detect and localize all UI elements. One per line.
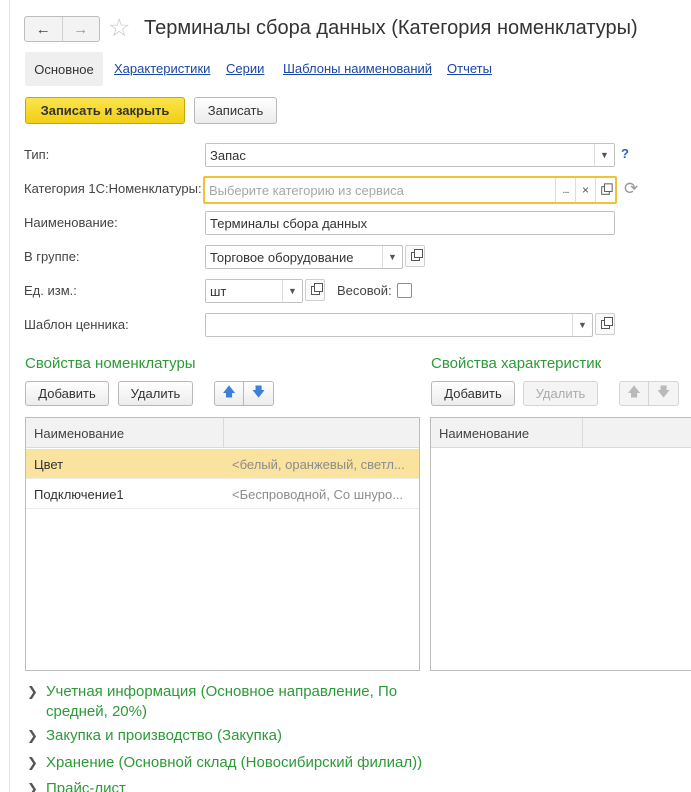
delete-characteristic-button[interactable]: Удалить — [523, 381, 598, 406]
unit-field[interactable]: шт ▼ — [205, 279, 303, 303]
chevron-right-icon: ❯ — [27, 728, 38, 743]
table-header: Наименование — [26, 418, 419, 448]
nomenclature-props-table: Наименование Цвет <белый, оранжевый, све… — [25, 417, 420, 671]
chevron-right-icon: ❯ — [27, 684, 38, 699]
row-values: <белый, оранжевый, светл... — [232, 456, 405, 472]
column-values-header[interactable] — [582, 418, 691, 448]
category-label: Категория 1С:Номенклатуры: — [24, 181, 202, 196]
price-tag-label: Шаблон ценника: — [24, 317, 129, 332]
open-icon[interactable] — [595, 178, 615, 202]
name-field[interactable]: Терминалы сбора данных — [205, 211, 615, 235]
characteristic-props-title: Свойства характеристик — [431, 355, 602, 372]
weight-label: Весовой: — [337, 283, 392, 298]
unit-label: Ед. изм.: — [24, 283, 77, 298]
back-arrow-icon[interactable]: ← — [25, 17, 62, 41]
dropdown-triangle-icon[interactable]: ▼ — [382, 246, 402, 268]
navigation-group: ← → — [24, 16, 100, 42]
move-down-icon[interactable]: 🡇 — [649, 381, 679, 406]
category-input[interactable]: Выберите категорию из сервиса — [205, 178, 555, 202]
weight-checkbox[interactable] — [397, 283, 412, 298]
add-characteristic-button[interactable]: Добавить — [431, 381, 515, 406]
table-header: Наименование — [431, 418, 691, 448]
delete-property-button[interactable]: Удалить — [118, 381, 193, 406]
tab-name-templates[interactable]: Шаблоны наименований — [283, 61, 432, 76]
type-label: Тип: — [24, 147, 50, 162]
window-left-border — [9, 0, 10, 792]
chevron-right-icon: ❯ — [27, 755, 38, 770]
group-label: В группе: — [24, 249, 80, 264]
type-field[interactable]: Запас ▼ — [205, 143, 615, 167]
price-tag-value[interactable] — [206, 314, 572, 336]
move-down-icon[interactable]: 🡇 — [244, 381, 274, 406]
group-field[interactable]: Торговое оборудование ▼ — [205, 245, 403, 269]
table-row[interactable]: Подключение1 <Беспроводной, Со шнуро... — [26, 479, 419, 509]
tab-main[interactable]: Основное — [25, 52, 103, 86]
table-row[interactable]: Цвет <белый, оранжевый, светл... — [26, 449, 419, 479]
group-purchasing-label: Закупка и производство (Закупка) — [46, 727, 282, 744]
group-price-list-label: Прайс-лист — [46, 780, 126, 792]
forward-arrow-icon[interactable]: → — [61, 17, 100, 41]
group-accounting-label: Учетная информация (Основное направление… — [46, 683, 398, 720]
column-values-header[interactable] — [223, 418, 419, 448]
group-storage-label: Хранение (Основной склад (Новосибирский … — [46, 754, 423, 771]
dropdown-triangle-icon[interactable]: ▼ — [572, 314, 592, 336]
dropdown-triangle-icon[interactable]: ▼ — [282, 280, 302, 302]
price-tag-field[interactable]: ▼ — [205, 313, 593, 337]
select-dots-button[interactable]: ... — [555, 178, 575, 202]
tab-reports[interactable]: Отчеты — [447, 61, 492, 76]
group-purchasing[interactable]: ❯ Закупка и производство (Закупка) — [27, 726, 427, 746]
open-icon[interactable] — [305, 279, 325, 301]
save-button[interactable]: Записать — [194, 97, 277, 124]
category-field[interactable]: Выберите категорию из сервиса ... × — [203, 176, 617, 204]
group-storage[interactable]: ❯ Хранение (Основной склад (Новосибирски… — [27, 753, 447, 773]
open-icon[interactable] — [405, 245, 425, 267]
characteristic-props-table: Наименование — [430, 417, 691, 671]
dropdown-triangle-icon[interactable]: ▼ — [594, 144, 614, 166]
save-and-close-button[interactable]: Записать и закрыть — [25, 97, 185, 124]
name-label: Наименование: — [24, 215, 118, 230]
clear-icon[interactable]: × — [575, 178, 595, 202]
group-value: Торговое оборудование — [210, 249, 354, 265]
row-values: <Беспроводной, Со шнуро... — [232, 486, 404, 502]
row-name: Подключение1 — [34, 486, 124, 502]
page-title: Терминалы сбора данных (Категория номенк… — [144, 17, 638, 39]
move-up-icon[interactable]: 🡅 — [214, 381, 244, 406]
group-accounting-info[interactable]: ❯ Учетная информация (Основное направлен… — [27, 682, 427, 722]
tab-series[interactable]: Серии — [226, 61, 264, 76]
row-name: Цвет — [34, 456, 64, 472]
type-value: Запас — [210, 147, 246, 163]
move-up-icon[interactable]: 🡅 — [619, 381, 649, 406]
help-icon[interactable]: ? — [621, 146, 629, 161]
nomenclature-props-title: Свойства номенклатуры — [25, 355, 196, 372]
open-icon[interactable] — [595, 313, 615, 335]
tab-characteristics[interactable]: Характеристики — [114, 61, 210, 76]
name-input[interactable]: Терминалы сбора данных — [206, 212, 614, 234]
column-name-header[interactable]: Наименование — [26, 418, 223, 448]
unit-value: шт — [210, 283, 227, 299]
add-property-button[interactable]: Добавить — [25, 381, 109, 406]
favorite-star-icon[interactable]: ☆ — [108, 15, 130, 41]
chevron-right-icon: ❯ — [27, 781, 38, 792]
group-price-list[interactable]: ❯ Прайс-лист — [27, 779, 327, 792]
sync-icon[interactable]: ⟳ — [624, 179, 638, 199]
column-name-header[interactable]: Наименование — [431, 418, 582, 448]
